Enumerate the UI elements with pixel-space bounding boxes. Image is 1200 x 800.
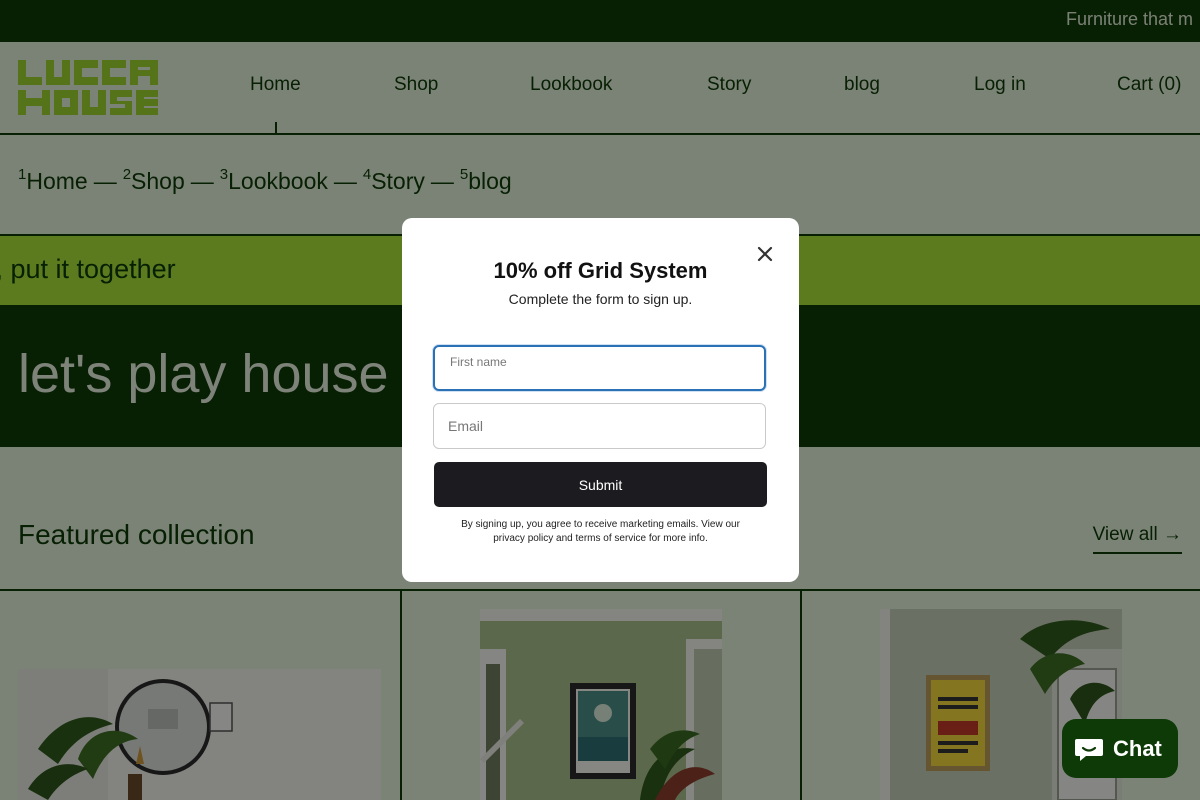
chat-button[interactable]: Chat xyxy=(1062,719,1178,778)
legal-text: By signing up, you agree to receive mark… xyxy=(461,519,740,544)
signup-modal: 10% off Grid System Complete the form to… xyxy=(402,218,799,582)
chat-label: Chat xyxy=(1113,736,1162,761)
submit-button[interactable]: Submit xyxy=(434,462,767,507)
modal-subtitle: Complete the form to sign up. xyxy=(508,291,693,307)
email-field xyxy=(433,403,766,449)
chat-bubble-icon xyxy=(1074,736,1104,762)
email-input[interactable] xyxy=(434,404,765,448)
first-name-field: First name xyxy=(433,345,766,391)
modal-title: 10% off Grid System xyxy=(493,258,708,283)
page: Furniture that m Home Shop Lookbook Stor… xyxy=(0,0,1200,800)
first-name-input[interactable] xyxy=(435,347,764,389)
